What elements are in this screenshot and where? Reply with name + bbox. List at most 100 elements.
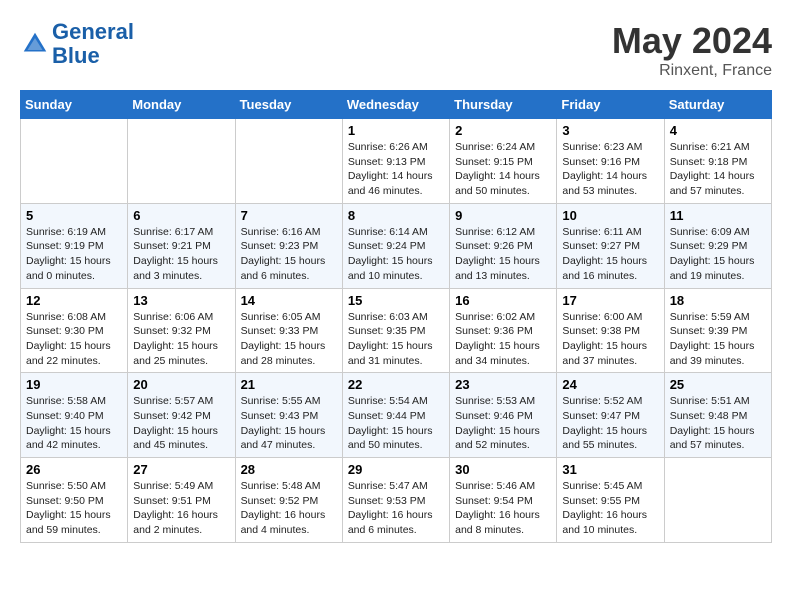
calendar-cell: 22 Sunrise: 5:54 AM Sunset: 9:44 PM Dayli… bbox=[342, 373, 449, 458]
day-number: 18 bbox=[670, 293, 766, 308]
day-info: Sunrise: 6:23 AM Sunset: 9:16 PM Dayligh… bbox=[562, 140, 658, 199]
calendar-cell: 12 Sunrise: 6:08 AM Sunset: 9:30 PM Dayli… bbox=[21, 288, 128, 373]
day-number: 16 bbox=[455, 293, 551, 308]
weekday-header-saturday: Saturday bbox=[664, 91, 771, 119]
page-header: General Blue May 2024 Rinxent, France bbox=[20, 20, 772, 80]
day-info: Sunrise: 6:19 AM Sunset: 9:19 PM Dayligh… bbox=[26, 225, 122, 284]
calendar-cell: 3 Sunrise: 6:23 AM Sunset: 9:16 PM Daylig… bbox=[557, 119, 664, 204]
calendar-cell: 18Sunrise: 5:59 AM Sunset: 9:39 PM Dayli… bbox=[664, 288, 771, 373]
day-info: Sunrise: 6:26 AM Sunset: 9:13 PM Dayligh… bbox=[348, 140, 444, 199]
week-row-4: 19Sunrise: 5:58 AM Sunset: 9:40 PM Dayli… bbox=[21, 373, 772, 458]
calendar-cell: 6Sunrise: 6:17 AM Sunset: 9:21 PM Daylig… bbox=[128, 203, 235, 288]
day-number: 26 bbox=[26, 462, 122, 477]
day-info: Sunrise: 5:49 AM Sunset: 9:51 PM Dayligh… bbox=[133, 479, 229, 538]
day-info: Sunrise: 5:50 AM Sunset: 9:50 PM Dayligh… bbox=[26, 479, 122, 538]
week-row-2: 5 Sunrise: 6:19 AM Sunset: 9:19 PM Daylig… bbox=[21, 203, 772, 288]
day-info: Sunrise: 6:11 AM Sunset: 9:27 PM Dayligh… bbox=[562, 225, 658, 284]
day-info: Sunrise: 6:02 AM Sunset: 9:36 PM Dayligh… bbox=[455, 310, 551, 369]
weekday-header-sunday: Sunday bbox=[21, 91, 128, 119]
logo-icon bbox=[20, 29, 50, 59]
logo: General Blue bbox=[20, 20, 134, 68]
calendar-cell: 14 Sunrise: 6:05 AM Sunset: 9:33 PM Dayli… bbox=[235, 288, 342, 373]
calendar-cell bbox=[21, 119, 128, 204]
calendar-cell bbox=[235, 119, 342, 204]
day-number: 15 bbox=[348, 293, 444, 308]
day-info: Sunrise: 5:51 AM Sunset: 9:48 PM Dayligh… bbox=[670, 394, 766, 453]
day-info: Sunrise: 6:05 AM Sunset: 9:33 PM Dayligh… bbox=[241, 310, 337, 369]
calendar-cell: 10 Sunrise: 6:11 AM Sunset: 9:27 PM Dayli… bbox=[557, 203, 664, 288]
logo-line2: Blue bbox=[52, 43, 100, 68]
calendar-cell: 23Sunrise: 5:53 AM Sunset: 9:46 PM Dayli… bbox=[450, 373, 557, 458]
day-info: Sunrise: 5:52 AM Sunset: 9:47 PM Dayligh… bbox=[562, 394, 658, 453]
week-row-5: 26 Sunrise: 5:50 AM Sunset: 9:50 PM Dayli… bbox=[21, 458, 772, 543]
calendar-cell: 17Sunrise: 6:00 AM Sunset: 9:38 PM Dayli… bbox=[557, 288, 664, 373]
calendar-cell: 16 Sunrise: 6:02 AM Sunset: 9:36 PM Dayli… bbox=[450, 288, 557, 373]
calendar-cell: 20 Sunrise: 5:57 AM Sunset: 9:42 PM Dayli… bbox=[128, 373, 235, 458]
day-info: Sunrise: 6:00 AM Sunset: 9:38 PM Dayligh… bbox=[562, 310, 658, 369]
calendar-cell: 24 Sunrise: 5:52 AM Sunset: 9:47 PM Dayli… bbox=[557, 373, 664, 458]
day-number: 29 bbox=[348, 462, 444, 477]
weekday-header-friday: Friday bbox=[557, 91, 664, 119]
calendar-cell: 4 Sunrise: 6:21 AM Sunset: 9:18 PM Daylig… bbox=[664, 119, 771, 204]
calendar-cell: 21 Sunrise: 5:55 AM Sunset: 9:43 PM Dayli… bbox=[235, 373, 342, 458]
day-info: Sunrise: 6:14 AM Sunset: 9:24 PM Dayligh… bbox=[348, 225, 444, 284]
day-number: 7 bbox=[241, 208, 337, 223]
weekday-header-tuesday: Tuesday bbox=[235, 91, 342, 119]
day-number: 27 bbox=[133, 462, 229, 477]
day-info: Sunrise: 5:54 AM Sunset: 9:44 PM Dayligh… bbox=[348, 394, 444, 453]
day-info: Sunrise: 5:57 AM Sunset: 9:42 PM Dayligh… bbox=[133, 394, 229, 453]
logo-text: General Blue bbox=[52, 20, 134, 68]
month-title: May 2024 bbox=[612, 20, 772, 62]
day-number: 11 bbox=[670, 208, 766, 223]
calendar-cell bbox=[664, 458, 771, 543]
day-info: Sunrise: 5:46 AM Sunset: 9:54 PM Dayligh… bbox=[455, 479, 551, 538]
day-info: Sunrise: 6:08 AM Sunset: 9:30 PM Dayligh… bbox=[26, 310, 122, 369]
day-number: 14 bbox=[241, 293, 337, 308]
day-number: 3 bbox=[562, 123, 658, 138]
calendar-cell bbox=[128, 119, 235, 204]
calendar-table: SundayMondayTuesdayWednesdayThursdayFrid… bbox=[20, 90, 772, 543]
logo-line1: General bbox=[52, 19, 134, 44]
day-info: Sunrise: 6:06 AM Sunset: 9:32 PM Dayligh… bbox=[133, 310, 229, 369]
calendar-cell: 26 Sunrise: 5:50 AM Sunset: 9:50 PM Dayli… bbox=[21, 458, 128, 543]
day-info: Sunrise: 6:21 AM Sunset: 9:18 PM Dayligh… bbox=[670, 140, 766, 199]
calendar-cell: 31 Sunrise: 5:45 AM Sunset: 9:55 PM Dayli… bbox=[557, 458, 664, 543]
calendar-cell: 28Sunrise: 5:48 AM Sunset: 9:52 PM Dayli… bbox=[235, 458, 342, 543]
calendar-cell: 1Sunrise: 6:26 AM Sunset: 9:13 PM Daylig… bbox=[342, 119, 449, 204]
day-info: Sunrise: 5:55 AM Sunset: 9:43 PM Dayligh… bbox=[241, 394, 337, 453]
day-info: Sunrise: 6:17 AM Sunset: 9:21 PM Dayligh… bbox=[133, 225, 229, 284]
calendar-cell: 13Sunrise: 6:06 AM Sunset: 9:32 PM Dayli… bbox=[128, 288, 235, 373]
calendar-cell: 25Sunrise: 5:51 AM Sunset: 9:48 PM Dayli… bbox=[664, 373, 771, 458]
calendar-cell: 29Sunrise: 5:47 AM Sunset: 9:53 PM Dayli… bbox=[342, 458, 449, 543]
day-number: 30 bbox=[455, 462, 551, 477]
day-number: 4 bbox=[670, 123, 766, 138]
day-number: 9 bbox=[455, 208, 551, 223]
weekday-header-row: SundayMondayTuesdayWednesdayThursdayFrid… bbox=[21, 91, 772, 119]
day-number: 12 bbox=[26, 293, 122, 308]
day-number: 23 bbox=[455, 377, 551, 392]
day-number: 21 bbox=[241, 377, 337, 392]
day-number: 10 bbox=[562, 208, 658, 223]
day-number: 22 bbox=[348, 377, 444, 392]
calendar-cell: 30 Sunrise: 5:46 AM Sunset: 9:54 PM Dayli… bbox=[450, 458, 557, 543]
calendar-cell: 2 Sunrise: 6:24 AM Sunset: 9:15 PM Daylig… bbox=[450, 119, 557, 204]
day-number: 5 bbox=[26, 208, 122, 223]
day-number: 2 bbox=[455, 123, 551, 138]
calendar-cell: 8Sunrise: 6:14 AM Sunset: 9:24 PM Daylig… bbox=[342, 203, 449, 288]
day-number: 20 bbox=[133, 377, 229, 392]
weekday-header-monday: Monday bbox=[128, 91, 235, 119]
week-row-1: 1Sunrise: 6:26 AM Sunset: 9:13 PM Daylig… bbox=[21, 119, 772, 204]
title-block: May 2024 Rinxent, France bbox=[612, 20, 772, 80]
day-info: Sunrise: 6:03 AM Sunset: 9:35 PM Dayligh… bbox=[348, 310, 444, 369]
day-info: Sunrise: 5:58 AM Sunset: 9:40 PM Dayligh… bbox=[26, 394, 122, 453]
day-number: 24 bbox=[562, 377, 658, 392]
day-info: Sunrise: 5:45 AM Sunset: 9:55 PM Dayligh… bbox=[562, 479, 658, 538]
day-info: Sunrise: 6:09 AM Sunset: 9:29 PM Dayligh… bbox=[670, 225, 766, 284]
day-number: 31 bbox=[562, 462, 658, 477]
day-info: Sunrise: 6:24 AM Sunset: 9:15 PM Dayligh… bbox=[455, 140, 551, 199]
weekday-header-wednesday: Wednesday bbox=[342, 91, 449, 119]
location: Rinxent, France bbox=[612, 62, 772, 80]
calendar-cell: 11 Sunrise: 6:09 AM Sunset: 9:29 PM Dayli… bbox=[664, 203, 771, 288]
day-info: Sunrise: 6:12 AM Sunset: 9:26 PM Dayligh… bbox=[455, 225, 551, 284]
calendar-cell: 7Sunrise: 6:16 AM Sunset: 9:23 PM Daylig… bbox=[235, 203, 342, 288]
